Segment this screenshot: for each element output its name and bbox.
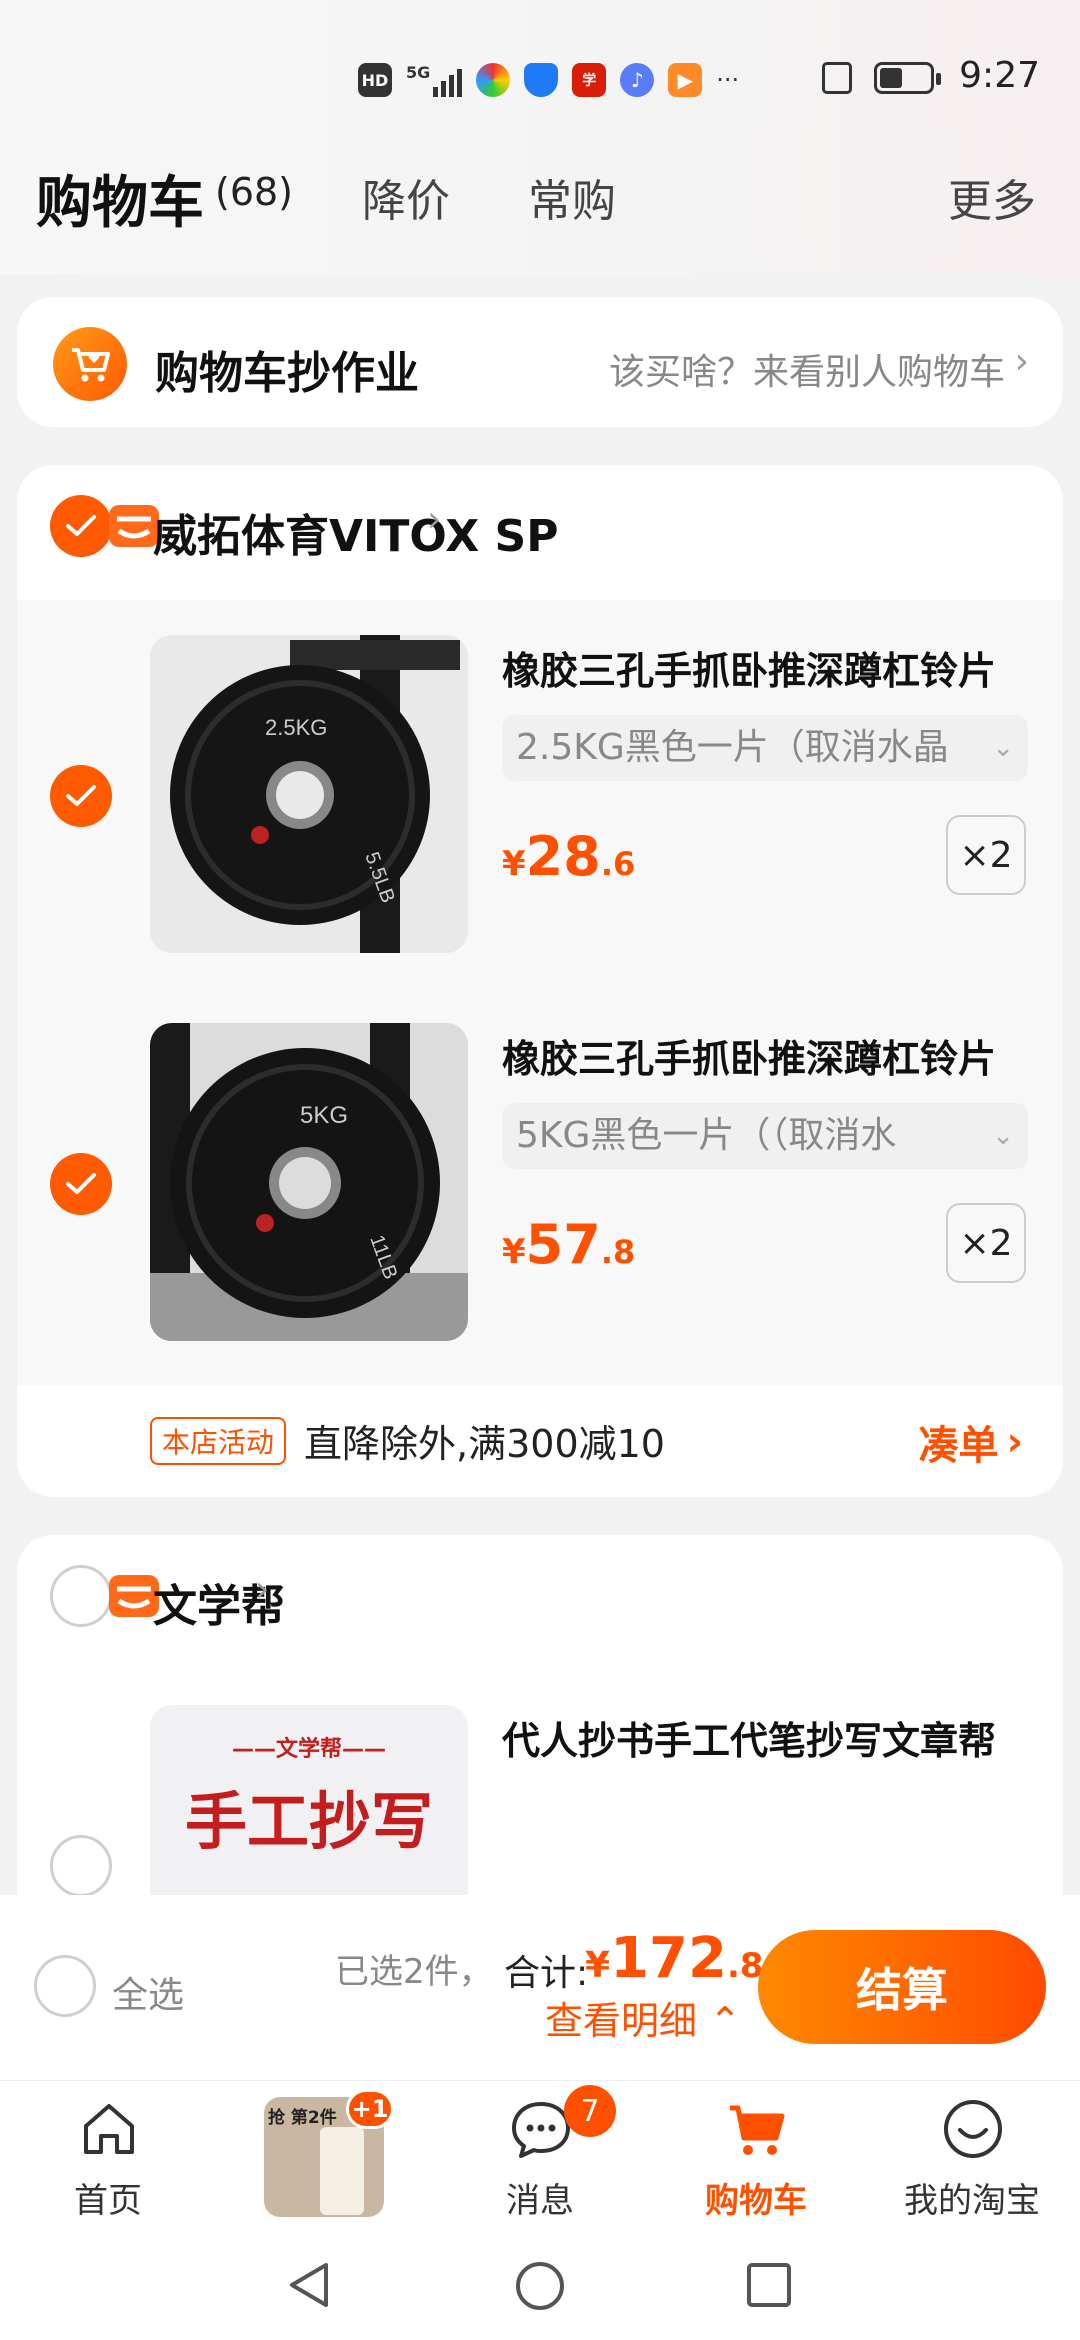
play-icon: ▶ [668,63,703,97]
item-checkbox[interactable] [50,1153,112,1215]
tab-label: 消息 [506,2181,574,2221]
chevron-right-icon: › [427,499,442,540]
shop-checkbox[interactable] [50,495,112,557]
total-symbol: ¥ [585,1945,611,1986]
price-decimal: .6 [600,845,636,883]
view-details-label: 查看明细 [545,1999,698,2043]
select-all-label[interactable]: 全选 [112,1966,184,2018]
item-title[interactable]: 代人抄书手工代笔抄写文章帮 [502,1710,996,1765]
plate-label: 2.5KG [265,715,327,740]
shop-name[interactable]: 威拓体育VITOX SP [153,500,558,564]
select-all-checkbox[interactable] [34,1955,96,2017]
thumb-small-text: ——文学帮—— [231,1737,386,1762]
shop-activity: 本店活动 直降除外,满300减10 [150,1413,665,1468]
tab-label: 首页 [74,2181,142,2221]
checkout-button[interactable]: 结算 [758,1930,1046,2044]
battery-icon [874,62,941,94]
tab-my-taobao[interactable]: 我的淘宝 [864,2081,1080,2231]
shop-checkbox[interactable] [50,1565,112,1627]
chevron-right-icon: › [1006,1419,1023,1465]
recents-icon[interactable] [744,2260,794,2310]
home-nav-icon[interactable] [514,2260,566,2312]
price-integer: 57 [525,1213,601,1276]
total-integer: 172 [610,1926,727,1991]
promo-thumb-text: 抢 第2件 [268,2108,337,2128]
music-icon: ♪ [620,63,655,97]
view-details-link[interactable]: 查看明细 ⌃ [545,1990,741,2045]
product-image[interactable]: 2.5KG 5.5LB [150,635,468,953]
add-on-label: 凑单 [918,1423,999,1469]
add-on-link[interactable]: 凑单 › [919,1413,1023,1471]
activity-text: 直降除外,满300减10 [304,1422,665,1466]
back-icon[interactable] [286,2260,332,2310]
hd-icon: HD [358,63,392,97]
sku-selector[interactable]: 2.5KG黑色一片（取消水晶 ⌄ [502,715,1028,781]
sku-text: 5KG黑色一片（（取消水 [516,1115,897,1156]
tab-home[interactable]: 首页 [0,2081,216,2231]
tab-promo[interactable]: 抢 第2件 +1 [216,2081,432,2231]
signal-icon: 5G [406,63,463,97]
tab-messages[interactable]: 7 消息 [432,2081,648,2231]
tab-badge: +1 [346,2089,394,2129]
promo-link[interactable]: 该买啥？来看别人购物车 [609,343,1005,395]
item-checkbox[interactable] [50,765,112,827]
tab-cart[interactable]: 购物车 [648,2081,864,2231]
product-box [320,2127,364,2215]
bottom-tabbar: 首页 抢 第2件 +1 7 消息 购物车 我的淘宝 [0,2080,1080,2230]
item-checkbox[interactable] [50,1835,112,1897]
promo-title: 购物车抄作业 [155,348,419,399]
cart-heart-icon [53,327,127,401]
selected-count: 已选2件， [335,1952,493,1992]
chevron-right-icon: › [1014,341,1029,382]
message-badge: 7 [564,2085,616,2137]
sku-selector[interactable]: 5KG黑色一片（（取消水 ⌄ [502,1103,1028,1169]
chevron-right-icon: › [255,1569,270,1610]
activity-tag: 本店活动 [150,1416,287,1465]
chevron-down-icon: ⌄ [992,1121,1014,1151]
page-title: 购物车 [36,171,204,236]
more-button[interactable]: 更多 [948,165,1036,229]
status-icons: HD 5G 学 ♪ ▶ ··· [358,55,739,105]
more-notifications-icon: ··· [716,66,740,94]
quantity-stepper[interactable]: ×2 [946,1203,1026,1283]
shield-icon [524,63,559,97]
app-color-icon [476,63,511,97]
price-symbol: ¥ [502,844,526,884]
system-navigation [0,2230,1080,2340]
total-price: ¥172.80 [585,1926,787,1991]
total-label: 合计: [504,1953,589,1994]
item-price: ¥28.6 [502,825,635,888]
price-integer: 28 [525,825,601,888]
item-title[interactable]: 橡胶三孔手抓卧推深蹲杠铃片 [502,640,996,695]
quantity-stepper[interactable]: ×2 [946,815,1026,895]
status-time: 9:27 [959,55,1040,96]
price-decimal: .8 [600,1233,636,1271]
item-title[interactable]: 橡胶三孔手抓卧推深蹲杠铃片 [502,1028,996,1083]
cart-icon [730,2105,785,2155]
promo-banner[interactable]: 购物车抄作业 该买啥？来看别人购物车 › [17,297,1063,427]
shop-card: 威拓体育VITOX SP › 2.5KG 5.5LB 橡胶三孔手抓卧推深蹲杠铃片… [17,465,1063,1497]
tab-frequent[interactable]: 常购 [528,165,616,229]
chevron-up-icon: ⌃ [709,1999,741,2043]
cart-count: (68) [215,170,294,214]
price-symbol: ¥ [502,1232,526,1272]
thumb-big-text: 手工抄写 [184,1785,433,1858]
news-app-icon: 学 [572,63,607,97]
plate-label: 5KG [300,1102,348,1129]
tab-label: 我的淘宝 [904,2181,1040,2221]
smiley-icon [944,2100,1002,2158]
tab-label: 购物车 [705,2181,807,2221]
sku-text: 2.5KG黑色一片（取消水晶 [516,727,949,768]
tab-price-drop[interactable]: 降价 [362,165,450,229]
home-icon [84,2104,134,2154]
network-label: 5G [406,63,431,82]
vibrate-icon [822,62,852,94]
chevron-down-icon: ⌄ [992,733,1014,763]
product-image[interactable]: 5KG 11LB [150,1023,468,1341]
item-price: ¥57.8 [502,1213,635,1276]
